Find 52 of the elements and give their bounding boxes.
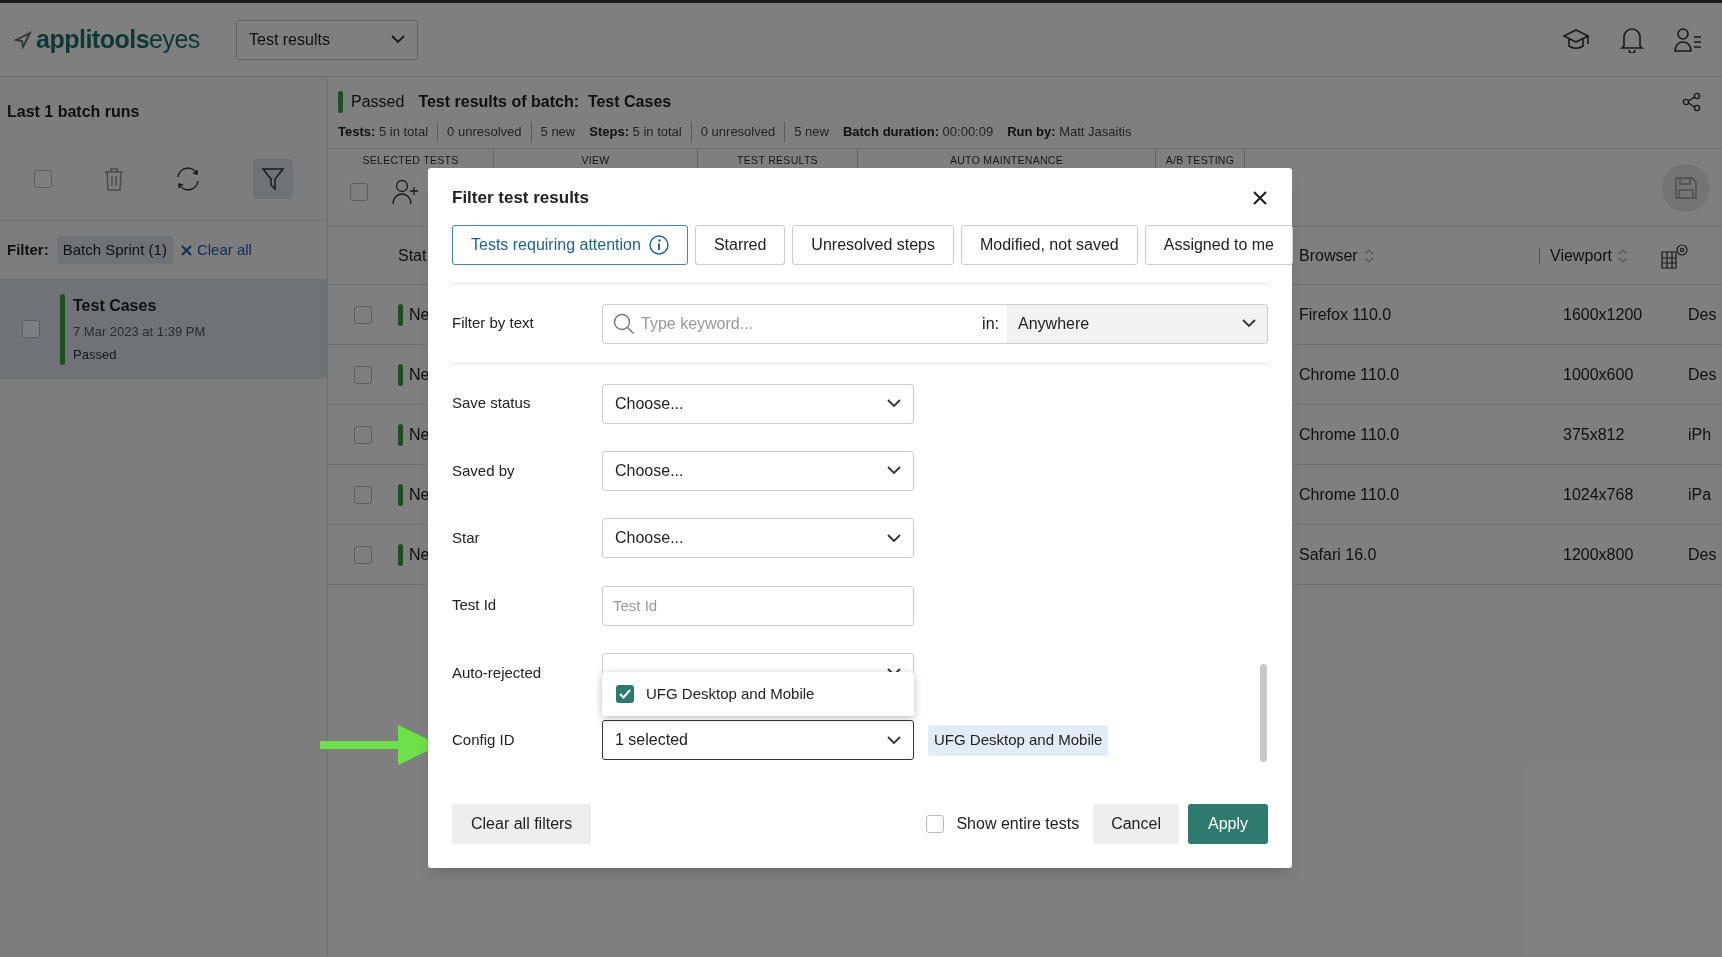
toolbar-section-label: AUTO MAINTENANCE — [948, 153, 1065, 168]
batch-stat: 0 unresolved — [690, 122, 776, 142]
table-cell-text: iPa — [1688, 484, 1712, 505]
table-cell-text: 1000x600 — [1563, 364, 1635, 385]
table-cell-text: 1024x768 — [1563, 484, 1635, 505]
field-label: Auto-rejected — [452, 662, 543, 683]
table-cell-text: Des — [1688, 304, 1717, 325]
table-cell-text: Safari 16.0 — [1299, 544, 1378, 565]
selected-tag: UFG Desktop and Mobile — [928, 725, 1109, 756]
table-cell-text: Ne — [409, 304, 430, 325]
table-cell-text: 1600x1200 — [1563, 304, 1644, 325]
scope-label: in: — [982, 313, 999, 334]
batch-status: Passed — [351, 92, 405, 112]
batch-date: 7 Mar 2023 at 1:39 PM — [73, 322, 206, 341]
field-label: Filter by text — [452, 313, 535, 334]
toolbar-section-label: TEST RESULTS — [736, 153, 819, 168]
table-cell-text: Des — [1688, 544, 1717, 565]
batch-title: Test results of batch: Test Cases — [418, 92, 672, 112]
field-label: Config ID — [452, 730, 516, 751]
field-label: Test Id — [452, 595, 498, 616]
batch-name: Test Cases — [73, 295, 158, 316]
table-cell-text: Firefox 110.0 — [1299, 304, 1393, 325]
table-cell-text: Chrome 110.0 — [1299, 424, 1401, 445]
batch-stat: Steps: 5 in total — [589, 123, 682, 141]
batch-stat: Run by: Matt Jasaitis — [1007, 123, 1132, 141]
toolbar-section-label: SELECTED TESTS — [361, 153, 460, 168]
table-cell-text: Chrome 110.0 — [1299, 484, 1401, 505]
logo-text: applitoolseyes — [36, 27, 200, 52]
batch-stat: 0 unresolved — [437, 122, 522, 142]
table-cell-text: Ne — [409, 364, 430, 385]
checkbox-label: Show entire tests — [956, 814, 1080, 834]
batch-stat: Batch duration: 00:00:09 — [842, 123, 994, 141]
table-cell-text: Ne — [409, 544, 430, 565]
table-cell-text: 375x812 — [1563, 424, 1626, 445]
table-cell-text: Ne — [409, 484, 430, 505]
filter-label: Filter: — [7, 239, 49, 260]
batch-status: Passed — [73, 346, 118, 364]
field-label: Save status — [452, 393, 532, 414]
field-label: Star — [452, 528, 481, 549]
batch-stat: 5 new — [530, 122, 576, 142]
batch-stat: Tests: 5 in total — [338, 123, 429, 141]
toolbar-section-label: A/B TESTING — [1164, 153, 1236, 168]
table-cell-text: Chrome 110.0 — [1299, 364, 1401, 385]
batch-stat: 5 new — [784, 122, 829, 142]
table-cell-text: 1200x800 — [1563, 544, 1635, 565]
sidebar-title: Last 1 batch runs — [7, 102, 140, 122]
toolbar-section-label: VIEW — [580, 153, 611, 168]
table-cell-text: Ne — [409, 424, 430, 445]
dialog-title: Filter test results — [452, 187, 589, 210]
table-cell-text: Des — [1688, 364, 1717, 385]
table-cell-text: iPh — [1688, 424, 1712, 445]
field-label: Saved by — [452, 460, 516, 481]
